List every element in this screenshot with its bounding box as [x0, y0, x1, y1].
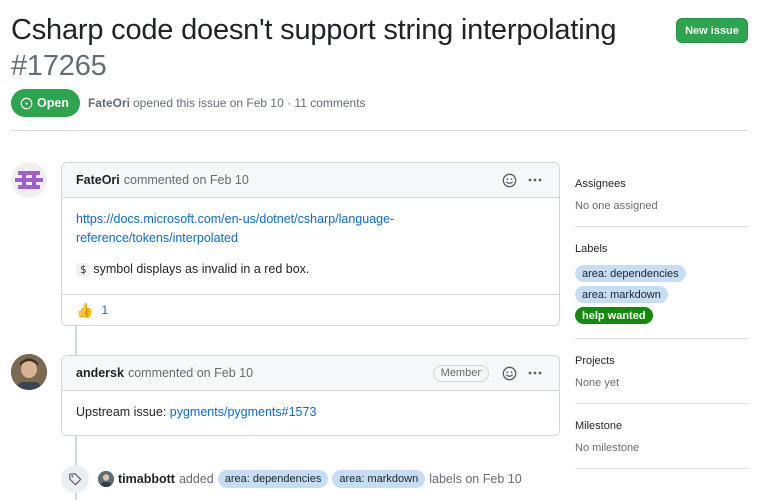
sidebar-projects: Projects None yet: [575, 339, 748, 404]
issue-opened-icon: [20, 97, 33, 109]
smiley-icon[interactable]: [499, 363, 519, 383]
thumbs-up-reaction[interactable]: 👍 1: [76, 302, 108, 319]
event-suffix: labels on Feb 10: [429, 472, 522, 486]
sidebar-heading[interactable]: Labels: [575, 243, 748, 255]
sidebar-value: None yet: [575, 377, 620, 389]
reactions-bar: 👍 1: [62, 294, 559, 325]
kebab-horizontal-icon[interactable]: [525, 363, 545, 383]
issue-title-text: Csharp code doesn't support string inter…: [11, 14, 617, 46]
issue-title: Csharp code doesn't support string inter…: [11, 12, 651, 84]
sidebar-heading[interactable]: Milestone: [575, 420, 748, 432]
tag-icon: [61, 465, 89, 493]
sidebar-value: No milestone: [575, 442, 640, 454]
label-area-dependencies[interactable]: area: dependencies: [217, 470, 329, 488]
sidebar-value: No one assigned: [575, 200, 658, 212]
comment-author[interactable]: FateOri: [76, 173, 120, 187]
comment-timestamp[interactable]: commented on Feb 10: [128, 366, 253, 380]
state-badge: Open: [11, 89, 80, 117]
sidebar-assignees: Assignees No one assigned: [575, 162, 748, 227]
comment-author[interactable]: andersk: [76, 366, 124, 380]
comment-header: FateOri commented on Feb 10: [62, 163, 559, 198]
comment-text: Upstream issue:: [76, 405, 170, 419]
docs-link[interactable]: https://docs.microsoft.com/en-us/dotnet/…: [76, 212, 394, 245]
label-area-markdown[interactable]: area: markdown: [332, 470, 426, 488]
label-help-wanted[interactable]: help wanted: [575, 307, 653, 324]
photo-avatar: [11, 354, 47, 390]
issue-sidebar: Assignees No one assigned Labels area: d…: [575, 162, 748, 469]
label-area-dependencies[interactable]: area: dependencies: [575, 265, 686, 282]
avatar[interactable]: [98, 471, 114, 487]
kebab-horizontal-icon[interactable]: [525, 170, 545, 190]
event-verb: added: [178, 472, 214, 486]
comment-body: Upstream issue: pygments/pygments#1573: [62, 391, 559, 422]
reaction-count: 1: [101, 303, 109, 317]
sidebar-heading[interactable]: Assignees: [575, 178, 748, 190]
state-label: Open: [37, 96, 69, 110]
sidebar-milestone: Milestone No milestone: [575, 404, 748, 469]
comment: FateOri commented on Feb 10 https://docs…: [61, 162, 560, 326]
comment-timestamp[interactable]: commented on Feb 10: [124, 173, 249, 187]
comment-header: andersk commented on Feb 10 Member: [62, 356, 559, 391]
issue-number: #17265: [11, 50, 107, 82]
issue-meta-text: opened this issue on Feb 10 · 11 comment…: [132, 96, 366, 110]
thumbs-up-icon: 👍: [76, 301, 94, 318]
upstream-issue-link[interactable]: pygments/pygments#1573: [170, 405, 317, 419]
avatar[interactable]: [11, 354, 47, 390]
issue-author-link[interactable]: FateOri: [88, 96, 130, 110]
label-area-markdown[interactable]: area: markdown: [575, 286, 668, 303]
sidebar-heading[interactable]: Projects: [575, 355, 748, 367]
issue-state-row: Open FateOri opened this issue on Feb 10…: [11, 89, 366, 117]
sidebar-labels: Labels area: dependencies area: markdown…: [575, 227, 748, 339]
header-divider: [11, 130, 748, 131]
avatar[interactable]: [11, 162, 47, 198]
new-issue-button[interactable]: New issue: [676, 18, 748, 43]
timeline-event: timabbott added area: dependencies area:…: [61, 465, 522, 493]
comment: andersk commented on Feb 10 Member Upstr…: [61, 355, 560, 436]
comment-text: symbol displays as invalid in a red box.: [93, 262, 310, 276]
identicon-avatar: [11, 162, 47, 198]
member-badge: Member: [432, 364, 489, 382]
inline-code: $: [76, 263, 91, 277]
smiley-icon[interactable]: [499, 170, 519, 190]
event-actor[interactable]: timabbott: [118, 472, 175, 486]
comment-body: https://docs.microsoft.com/en-us/dotnet/…: [62, 198, 559, 280]
